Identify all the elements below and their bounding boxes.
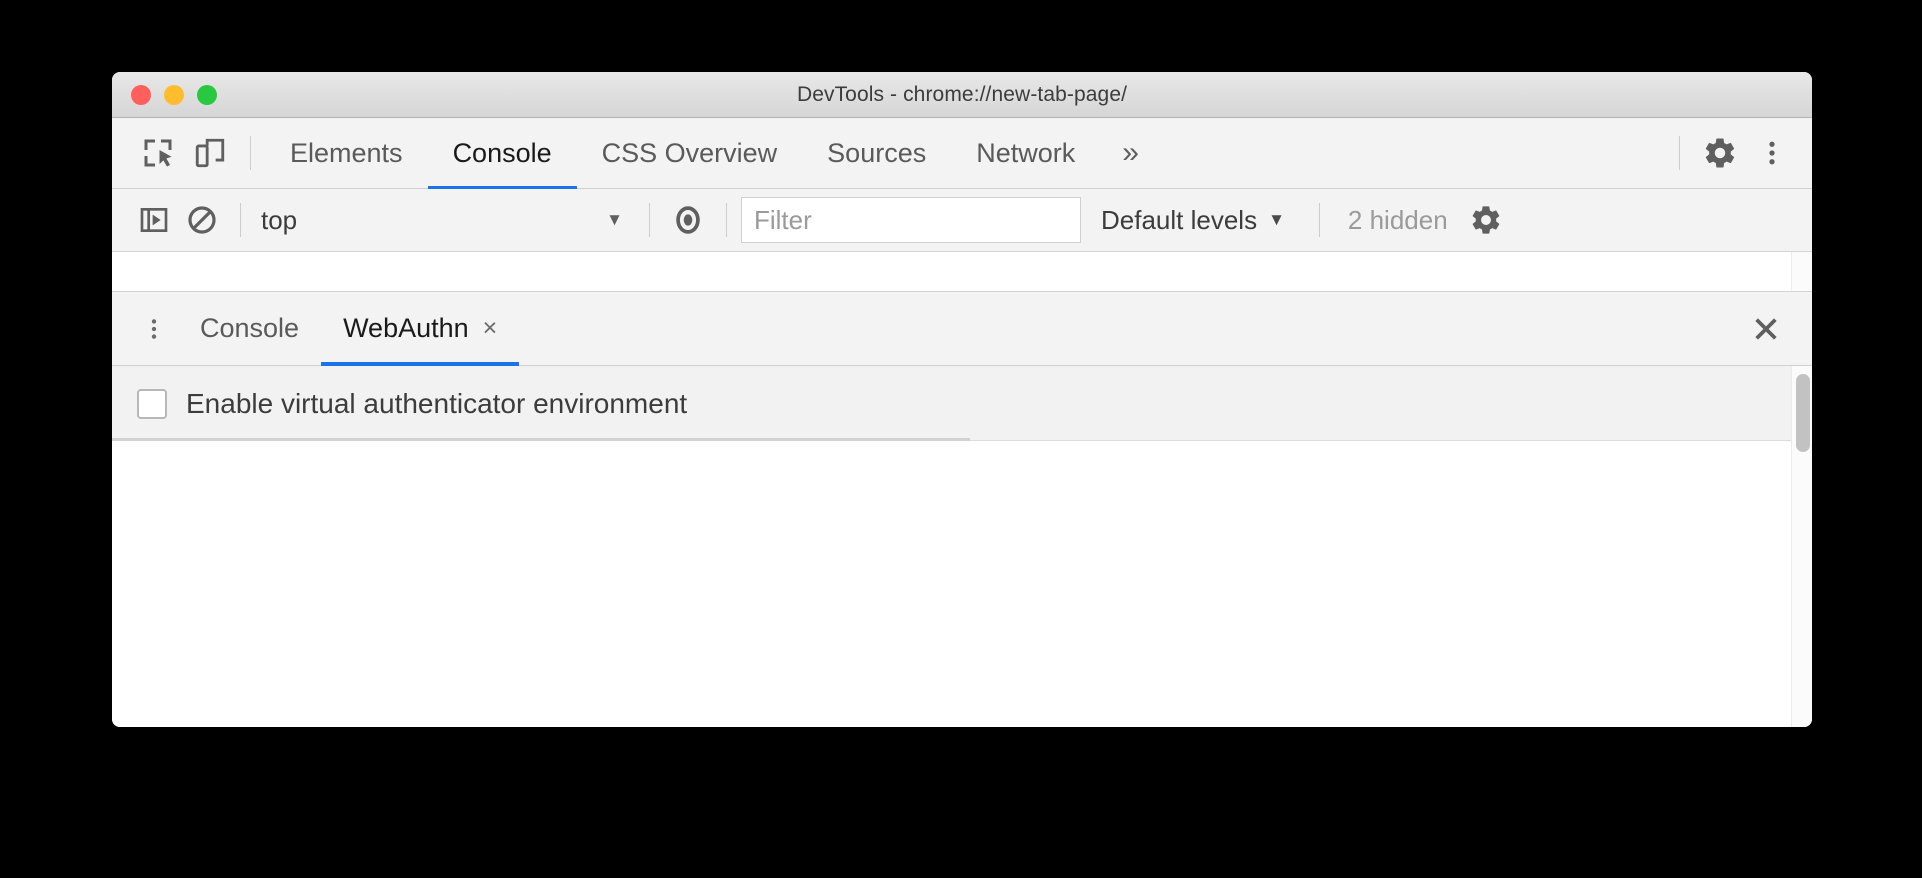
panel-tab-list: Elements Console CSS Overview Sources Ne… <box>265 118 1100 189</box>
more-tabs-button[interactable]: » <box>1100 136 1161 170</box>
drawer-tabbar: Console WebAuthn × <box>112 292 1812 366</box>
console-sidebar-icon[interactable] <box>130 196 178 244</box>
inspect-element-icon[interactable] <box>132 127 184 179</box>
webauthn-scrollbar[interactable] <box>1791 366 1812 727</box>
row-divider <box>970 440 1812 441</box>
zoom-window-button[interactable] <box>197 84 217 105</box>
context-value: top <box>261 204 298 235</box>
webauthn-panel: Enable virtual authenticator environment <box>112 366 1812 727</box>
tab-css-overview[interactable]: CSS Overview <box>577 118 803 189</box>
drawer-tab-webauthn-label: WebAuthn <box>343 313 469 343</box>
close-icon[interactable] <box>1742 305 1790 353</box>
chevron-down-icon: ▼ <box>606 210 623 229</box>
window-titlebar: DevTools - chrome://new-tab-page/ <box>112 72 1812 118</box>
devtools-window: DevTools - chrome://new-tab-page/ Elemen… <box>112 72 1812 727</box>
enable-virtual-authenticator-checkbox[interactable] <box>137 388 167 419</box>
hidden-messages-count: 2 hidden <box>1347 204 1448 235</box>
close-window-button[interactable] <box>131 84 151 105</box>
tab-sources-label: Sources <box>827 137 927 168</box>
tab-css-overview-label: CSS Overview <box>601 137 778 168</box>
minimize-window-button[interactable] <box>164 84 184 105</box>
console-toolbar-divider-4 <box>1318 203 1320 237</box>
filter-input[interactable]: Filter <box>741 197 1081 243</box>
tab-console[interactable]: Console <box>427 118 577 189</box>
drawer-tab-console[interactable]: Console <box>178 292 321 366</box>
tab-network[interactable]: Network <box>951 118 1100 189</box>
tab-network-label: Network <box>976 137 1076 168</box>
device-toolbar-icon[interactable] <box>184 127 236 179</box>
console-toolbar: top ▼ Filter Default levels ▼ 2 hidden <box>112 189 1812 252</box>
console-toolbar-divider-2 <box>649 203 650 237</box>
console-message-area <box>112 252 1812 292</box>
three-dot-vertical-icon[interactable] <box>130 305 178 353</box>
clear-console-icon[interactable] <box>178 196 226 244</box>
console-scrollbar[interactable] <box>1791 252 1812 291</box>
tab-elements[interactable]: Elements <box>265 118 428 189</box>
chevron-down-icon: ▼ <box>1268 210 1285 229</box>
enable-virtual-authenticator-row[interactable]: Enable virtual authenticator environment <box>112 366 1812 441</box>
traffic-lights <box>131 84 217 105</box>
gear-icon[interactable] <box>1462 196 1510 244</box>
three-dot-vertical-icon[interactable] <box>1746 127 1798 179</box>
tab-sources[interactable]: Sources <box>802 118 951 189</box>
tab-console-label: Console <box>452 137 552 168</box>
drawer-tab-list: Console WebAuthn × <box>178 292 520 366</box>
webauthn-scrollbar-thumb[interactable] <box>1796 374 1810 452</box>
window-title: DevTools - chrome://new-tab-page/ <box>796 82 1128 106</box>
gear-icon[interactable] <box>1694 127 1746 179</box>
toolbar-divider <box>250 136 251 170</box>
drawer-tab-webauthn[interactable]: WebAuthn × <box>321 292 520 366</box>
enable-virtual-authenticator-label: Enable virtual authenticator environment <box>186 387 688 419</box>
log-levels-select[interactable]: Default levels ▼ <box>1081 197 1305 243</box>
eye-icon[interactable] <box>664 196 712 244</box>
chevron-double-right-icon: » <box>1122 136 1139 169</box>
tabbar-right-divider <box>1679 136 1680 170</box>
log-levels-label: Default levels <box>1101 204 1258 235</box>
tab-elements-label: Elements <box>290 137 403 168</box>
main-tabbar: Elements Console CSS Overview Sources Ne… <box>112 118 1812 189</box>
console-toolbar-divider-3 <box>726 203 727 237</box>
javascript-context-select[interactable]: top ▼ <box>255 197 635 243</box>
console-toolbar-divider-1 <box>240 203 241 237</box>
drawer-tab-console-label: Console <box>200 313 300 343</box>
screenshot-stage: DevTools - chrome://new-tab-page/ Elemen… <box>0 0 1922 878</box>
close-icon[interactable]: × <box>483 316 498 341</box>
filter-placeholder: Filter <box>754 204 812 235</box>
